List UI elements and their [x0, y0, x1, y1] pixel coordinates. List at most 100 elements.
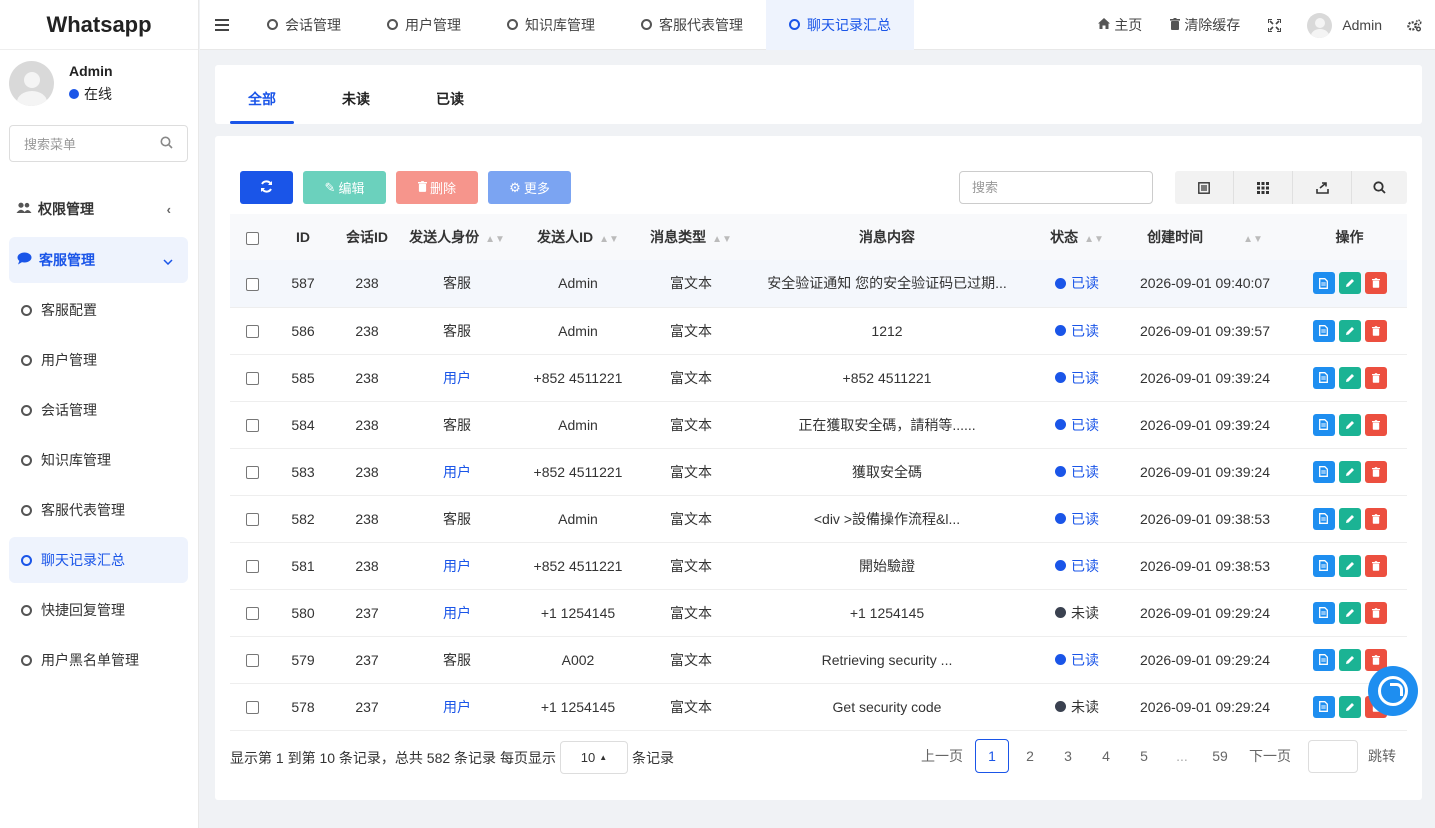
menu-group-customer-service[interactable]: 客服管理 — [9, 237, 188, 283]
sidebar-item-users[interactable]: 用户管理 — [9, 337, 188, 383]
list-view-icon[interactable] — [1175, 171, 1234, 204]
cell-status[interactable]: 未读 — [1036, 589, 1118, 636]
clear-cache-link[interactable]: 清除缓存 — [1170, 15, 1240, 35]
header-status[interactable]: 状态 ▲▼ — [1036, 214, 1118, 260]
top-user-name[interactable]: Admin — [1342, 17, 1382, 33]
select-all-checkbox[interactable] — [245, 231, 259, 245]
status-badge[interactable]: 未读 — [1055, 697, 1099, 717]
edit-row-button[interactable] — [1338, 319, 1361, 342]
row-checkbox[interactable] — [245, 325, 259, 339]
view-button[interactable] — [1312, 460, 1335, 483]
row-select-cell[interactable] — [230, 401, 274, 448]
cell-sender-role[interactable]: 用户 — [402, 683, 512, 730]
cell-sender-role[interactable]: 用户 — [402, 448, 512, 495]
delete-button[interactable]: 删除 — [396, 171, 478, 204]
row-select-cell[interactable] — [230, 683, 274, 730]
header-id[interactable]: ID — [274, 214, 332, 260]
table-row[interactable]: 580 237 用户 +1 1254145 富文本 +1 1254145 未读 2026-09… — [230, 589, 1407, 636]
row-checkbox[interactable] — [245, 278, 259, 292]
table-row[interactable]: 584 238 客服 Admin 富文本 正在獲取安全碼，請稍等...... 已读 2026-… — [230, 401, 1407, 448]
edit-row-button[interactable] — [1338, 413, 1361, 436]
header-sender-role[interactable]: 发送人身份 ▲▼ — [402, 214, 512, 260]
page-size-select[interactable]: 10 ▲ — [559, 741, 628, 774]
edit-row-button[interactable] — [1338, 695, 1361, 718]
more-button[interactable]: ⚙ 更多 — [488, 171, 571, 204]
jump-button[interactable]: 跳转 — [1368, 746, 1407, 766]
edit-row-button[interactable] — [1338, 601, 1361, 624]
row-select-cell[interactable] — [230, 354, 274, 401]
tab-sessions[interactable]: 会话管理 — [244, 0, 364, 50]
cell-status[interactable]: 已读 — [1036, 542, 1118, 589]
delete-row-button[interactable] — [1364, 554, 1387, 577]
prev-page-button[interactable]: 上一页 — [911, 739, 973, 773]
menu-group-permissions[interactable]: 权限管理 ‹ — [0, 186, 188, 232]
table-row[interactable]: 581 238 用户 +852 4511221 富文本 開始驗證 已读 2026-09-01 … — [230, 542, 1407, 589]
cell-status[interactable]: 已读 — [1036, 307, 1118, 354]
status-badge[interactable]: 已读 — [1055, 273, 1099, 293]
row-select-cell[interactable] — [230, 636, 274, 683]
edit-row-button[interactable] — [1338, 507, 1361, 530]
row-checkbox[interactable] — [245, 654, 259, 668]
header-session-id[interactable]: 会话ID — [332, 214, 402, 260]
row-checkbox[interactable] — [245, 419, 259, 433]
delete-row-button[interactable] — [1364, 601, 1387, 624]
row-checkbox[interactable] — [245, 701, 259, 715]
sidebar-item-chat-records[interactable]: 聊天记录汇总 — [9, 537, 188, 583]
cell-status[interactable]: 已读 — [1036, 495, 1118, 542]
menu-search-input[interactable]: 搜索菜单 — [9, 125, 188, 162]
view-button[interactable] — [1312, 272, 1335, 295]
view-button[interactable] — [1312, 507, 1335, 530]
page-button[interactable]: 5 — [1125, 739, 1163, 773]
cell-status[interactable]: 已读 — [1036, 354, 1118, 401]
table-row[interactable]: 582 238 客服 Admin 富文本 <div >設備操作流程&l... 已读 2026-… — [230, 495, 1407, 542]
sidebar-item-agents[interactable]: 客服代表管理 — [9, 487, 188, 533]
page-button[interactable]: 2 — [1011, 739, 1049, 773]
header-message-type[interactable]: 消息类型 ▲▼ — [644, 214, 738, 260]
sidebar-item-blacklist[interactable]: 用户黑名单管理 — [9, 637, 188, 683]
view-button[interactable] — [1312, 695, 1335, 718]
cell-sender-role[interactable]: 用户 — [402, 354, 512, 401]
sidebar-item-knowledge[interactable]: 知识库管理 — [9, 437, 188, 483]
view-button[interactable] — [1312, 413, 1335, 436]
row-select-cell[interactable] — [230, 307, 274, 354]
search-icon[interactable] — [1352, 171, 1407, 204]
sidebar-item-quick-replies[interactable]: 快捷回复管理 — [9, 587, 188, 633]
table-row[interactable]: 587 238 客服 Admin 富文本 安全验证通知 您的安全验证码已过期... 已读 20… — [230, 260, 1407, 307]
row-select-cell[interactable] — [230, 542, 274, 589]
table-row[interactable]: 579 237 客服 A002 富文本 Retrieving security ... 已读… — [230, 636, 1407, 683]
sidebar-item-service-config[interactable]: 客服配置 — [9, 287, 188, 333]
cell-status[interactable]: 已读 — [1036, 260, 1118, 307]
edit-row-button[interactable] — [1338, 648, 1361, 671]
delete-row-button[interactable] — [1364, 319, 1387, 342]
page-button[interactable]: 3 — [1049, 739, 1087, 773]
chat-widget-icon[interactable] — [1368, 666, 1418, 716]
filter-tab-unread[interactable]: 未读 — [324, 74, 388, 124]
filter-tab-all[interactable]: 全部 — [230, 74, 294, 124]
delete-row-button[interactable] — [1364, 413, 1387, 436]
edit-row-button[interactable] — [1338, 554, 1361, 577]
row-checkbox[interactable] — [245, 466, 259, 480]
app-logo[interactable]: Whatsapp — [0, 0, 198, 50]
page-button[interactable]: 1 — [975, 739, 1009, 773]
view-button[interactable] — [1312, 366, 1335, 389]
table-row[interactable]: 585 238 用户 +852 4511221 富文本 +852 4511221 已读 202… — [230, 354, 1407, 401]
table-search-input[interactable] — [959, 171, 1153, 204]
cell-status[interactable]: 已读 — [1036, 636, 1118, 683]
fullscreen-icon[interactable] — [1268, 18, 1282, 32]
page-button[interactable]: 4 — [1087, 739, 1125, 773]
edit-row-button[interactable] — [1338, 366, 1361, 389]
cell-status[interactable]: 已读 — [1036, 448, 1118, 495]
delete-row-button[interactable] — [1364, 272, 1387, 295]
row-checkbox[interactable] — [245, 372, 259, 386]
filter-tab-read[interactable]: 已读 — [418, 74, 482, 124]
refresh-button[interactable] — [240, 171, 293, 204]
edit-row-button[interactable] — [1338, 272, 1361, 295]
grid-view-icon[interactable] — [1234, 171, 1293, 204]
settings-icon[interactable] — [1407, 18, 1422, 32]
home-link[interactable]: 主页 — [1098, 15, 1142, 35]
next-page-button[interactable]: 下一页 — [1239, 739, 1301, 773]
jump-page-input[interactable] — [1308, 739, 1358, 773]
header-message-content[interactable]: 消息内容 — [738, 214, 1036, 260]
header-created-time[interactable]: 创建时间 ▲▼ — [1118, 214, 1292, 260]
edit-button[interactable]: ✎ 编辑 — [303, 171, 386, 204]
